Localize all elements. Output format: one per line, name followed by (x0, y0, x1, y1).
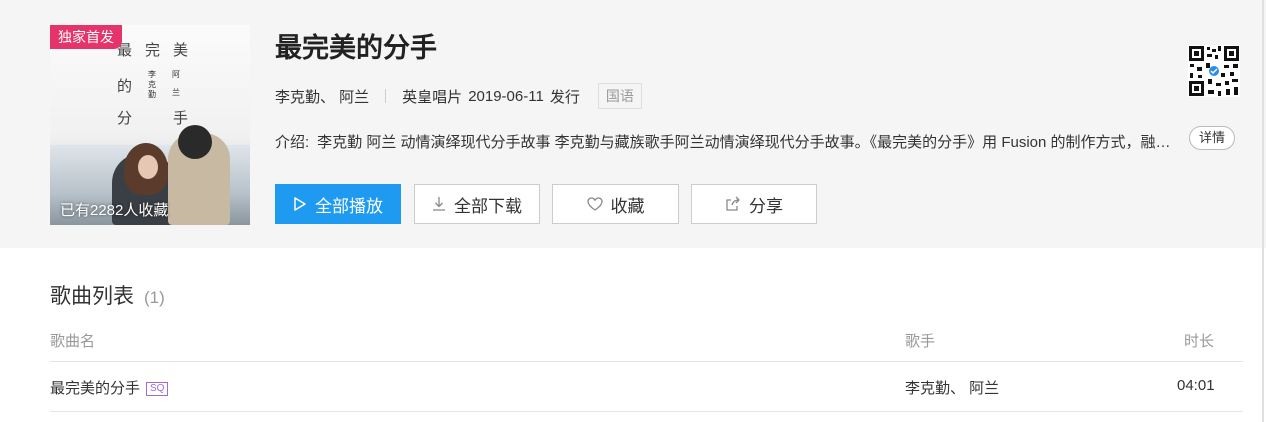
share-button[interactable]: 分享 (691, 184, 817, 224)
album-intro: 介绍: 李克勤 阿兰 动情演绎现代分手故事 李克勤与藏族歌手阿兰动情演绎现代分手故… (275, 131, 1185, 152)
exclusive-badge: 独家首发 (50, 25, 122, 49)
download-all-button[interactable]: 全部下载 (414, 184, 540, 224)
cover-man-head (178, 125, 212, 159)
row-divider (50, 411, 1243, 412)
cover-woman-face (138, 155, 158, 179)
artist-link[interactable]: 李克勤、 阿兰 (275, 86, 369, 107)
album-meta: 李克勤、 阿兰 英皇唱片 2019-06-11 发行 国语 (275, 82, 642, 110)
page-scrollbar[interactable] (1262, 0, 1264, 422)
share-icon (725, 196, 741, 212)
song-name[interactable]: 最完美的分手 (50, 380, 140, 397)
play-outline-icon (293, 196, 307, 212)
column-header-duration: 时长 (1184, 333, 1215, 350)
heart-outline-icon (586, 197, 603, 211)
play-all-button[interactable]: 全部播放 (275, 184, 401, 224)
release-suffix: 发行 (549, 88, 580, 106)
cover-char: 美 (173, 41, 189, 59)
language-tag: 国语 (597, 83, 642, 109)
release-date: 2019-06-11 (468, 87, 544, 105)
album-title: 最完美的分手 (275, 33, 437, 63)
share-label: 分享 (749, 196, 783, 216)
cover-char: 的 (117, 77, 133, 95)
cover-small-char: 兰 (172, 88, 180, 97)
album-cover[interactable]: 最 完 美 的 分 手 李 克 勤 阿 兰 (50, 25, 250, 225)
intro-label: 介绍: (275, 134, 310, 151)
song-list-count: (1) (144, 288, 165, 307)
meta-divider (385, 89, 387, 103)
song-name-cell[interactable]: 最完美的分手 SQ (50, 377, 169, 398)
favorite-count: 已有2282人收藏 (60, 202, 169, 219)
favorite-button[interactable]: 收藏 (552, 184, 679, 224)
qr-code-icon[interactable] (1188, 45, 1240, 97)
song-duration: 04:01 (1177, 377, 1215, 394)
sq-quality-badge: SQ (146, 382, 169, 396)
intro-text: 李克勤 阿兰 动情演绎现代分手故事 李克勤与藏族歌手阿兰动情演绎现代分手故事。《… (317, 134, 1185, 151)
song-list-heading: 歌曲列表 (1) (50, 280, 165, 310)
download-all-label: 全部下载 (454, 196, 522, 216)
column-header-singer: 歌手 (905, 333, 936, 350)
cover-char: 分 (117, 109, 133, 127)
column-header-name: 歌曲名 (50, 333, 96, 350)
cover-small-char: 勤 (148, 90, 156, 99)
record-label: 英皇唱片 (402, 88, 463, 106)
cover-char: 完 (145, 41, 161, 59)
play-all-label: 全部播放 (315, 196, 383, 216)
cover-char: 手 (173, 109, 189, 127)
detail-button[interactable]: 详情 (1189, 126, 1236, 150)
header-divider (50, 361, 1243, 362)
favorite-label: 收藏 (610, 196, 645, 216)
song-singer[interactable]: 李克勤、 阿兰 (905, 377, 999, 398)
cover-small-char: 阿 (172, 70, 180, 79)
song-list-title: 歌曲列表 (50, 285, 134, 308)
download-icon (432, 196, 446, 212)
